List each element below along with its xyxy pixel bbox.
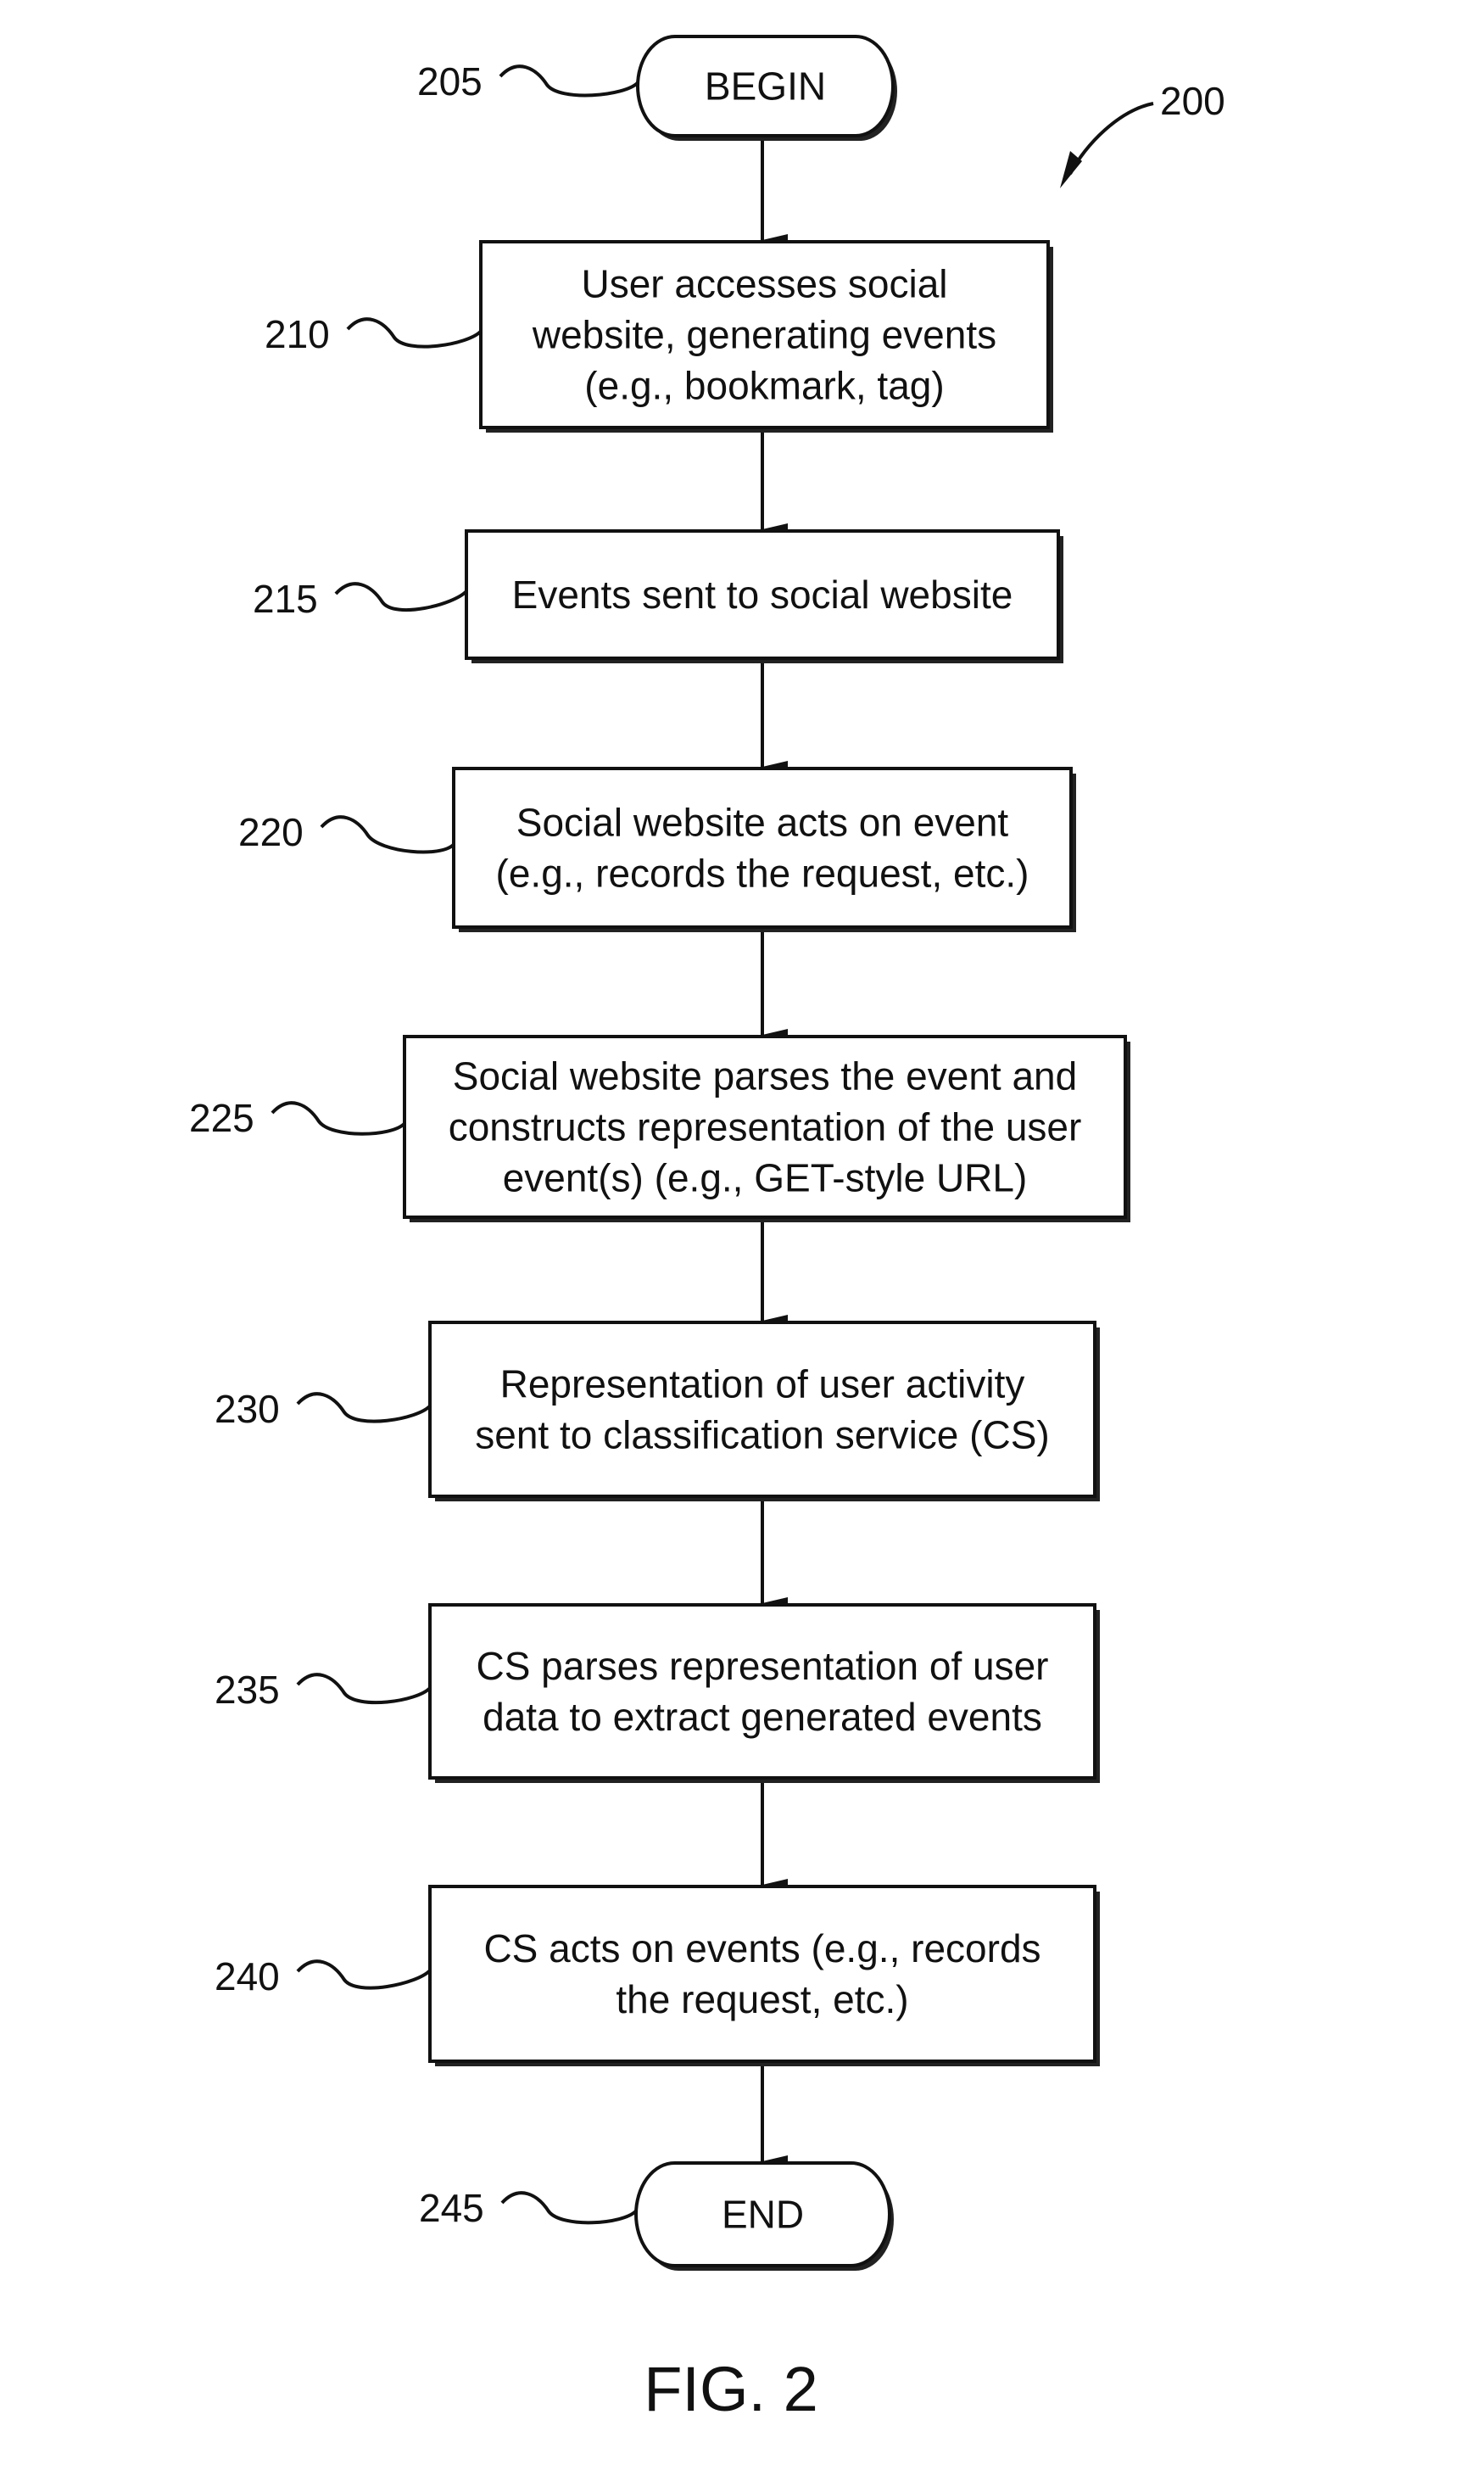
reference-numeral: 245 — [419, 2186, 484, 2230]
flowchart-node-205: BEGIN 205 — [417, 35, 897, 141]
leader-line-icon — [296, 1959, 432, 1990]
flowchart-node-215: Events sent to social website 215 — [253, 529, 1063, 663]
leader-line-icon — [500, 2191, 638, 2225]
node-text-line: CS acts on events (e.g., records — [483, 1926, 1040, 1970]
flowchart-node-240: CS acts on events (e.g., records the requ… — [215, 1885, 1100, 2066]
figure-caption: FIG. 2 — [644, 2354, 818, 2424]
leader-line-icon — [296, 1673, 432, 1705]
flowchart-node-245: END 245 — [419, 2161, 894, 2271]
leader-line-icon — [320, 815, 455, 854]
leader-line-icon — [271, 1101, 406, 1136]
reference-numeral: 215 — [253, 577, 318, 621]
figure-reference-label: 200 — [1160, 79, 1225, 123]
reference-numeral: 210 — [265, 312, 330, 356]
process-box — [428, 1603, 1096, 1780]
flowchart-node-230: Representation of user activity sent to c… — [215, 1321, 1100, 1501]
flowchart-node-210: User accesses social website, generating … — [265, 240, 1053, 433]
node-text-line: event(s) (e.g., GET-style URL) — [503, 1156, 1028, 1200]
node-text-line: Social website parses the event and — [453, 1054, 1077, 1098]
node-text-line: data to extract generated events — [483, 1695, 1042, 1739]
leader-line-icon — [346, 317, 483, 349]
node-text-line: END — [722, 2193, 804, 2237]
node-text-line: (e.g., bookmark, tag) — [584, 364, 944, 408]
flowchart: 200 BEGIN 205 User accesses social website,… — [189, 35, 1225, 2424]
reference-numeral: 240 — [215, 1954, 280, 1998]
node-text-line: sent to classification service (CS) — [475, 1413, 1049, 1457]
node-text-line: Representation of user activity — [500, 1362, 1025, 1406]
leader-line-icon — [499, 64, 639, 98]
reference-numeral: 235 — [215, 1668, 280, 1712]
leader-line-icon — [296, 1392, 432, 1423]
node-text-line: User accesses social — [581, 262, 947, 306]
nodes: BEGIN 205 User accesses social website, gen… — [189, 35, 1130, 2271]
flowchart-node-235: CS parses representation of user data to … — [215, 1603, 1100, 1783]
node-text-line: constructs representation of the user — [449, 1105, 1082, 1149]
process-box — [428, 1321, 1096, 1498]
node-text-line: (e.g., records the request, etc.) — [496, 852, 1029, 896]
node-text-line: Social website acts on event — [516, 801, 1009, 845]
reference-numeral: 205 — [417, 59, 483, 103]
reference-numeral: 220 — [238, 810, 304, 854]
process-box — [428, 1885, 1096, 2063]
leader-line-icon — [334, 582, 468, 612]
node-text-line: CS parses representation of user — [476, 1644, 1048, 1688]
flowchart-node-220: Social website acts on event (e.g., recor… — [238, 767, 1076, 932]
process-box — [452, 767, 1073, 929]
reference-numeral: 225 — [189, 1096, 254, 1140]
flowchart-node-225: Social website parses the event and const… — [189, 1035, 1130, 1222]
figure-reference: 200 — [1060, 79, 1225, 188]
node-text-line: BEGIN — [705, 64, 826, 109]
node-text-line: website, generating events — [532, 313, 996, 357]
figure-reference-arrow-icon — [1068, 102, 1154, 175]
node-text-line: Events sent to social website — [512, 573, 1013, 617]
node-text-line: the request, etc.) — [616, 1977, 908, 2021]
reference-numeral: 230 — [215, 1387, 280, 1431]
